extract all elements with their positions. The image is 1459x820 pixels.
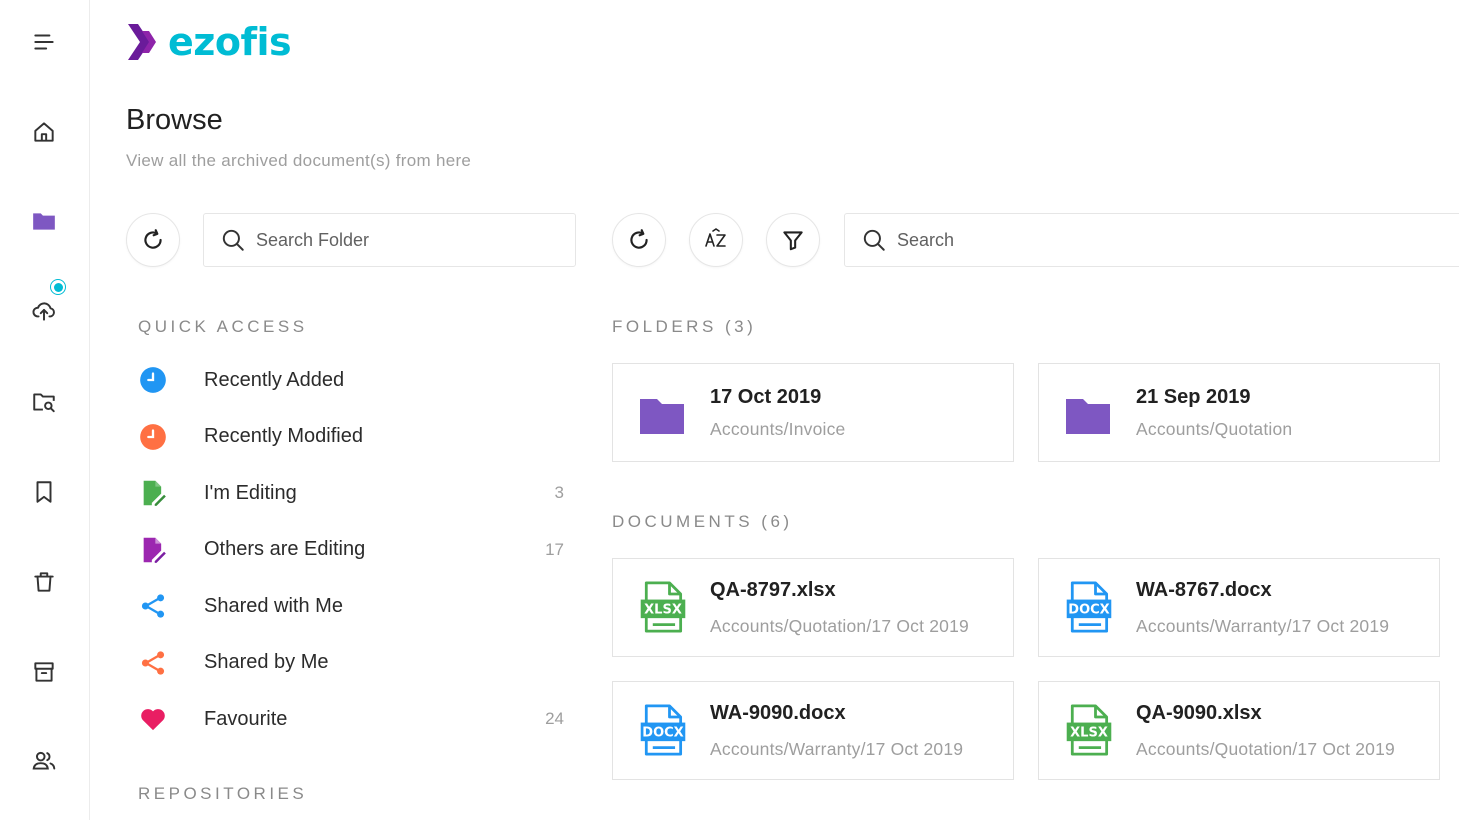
- document-name: WA-8767.docx: [1136, 579, 1272, 601]
- quick-access-label: Recently Added: [204, 368, 345, 391]
- folder-path: Accounts/Invoice: [710, 419, 846, 439]
- upload-notification-badge: [50, 279, 66, 295]
- edit-document-icon: [126, 523, 180, 577]
- quick-access-label: I'm Editing: [204, 481, 297, 504]
- page-subtitle: View all the archived document(s) from h…: [126, 151, 472, 170]
- folder-icon: [33, 213, 55, 230]
- quick-access-others-editing[interactable]: Others are Editing 17: [126, 522, 576, 579]
- xlsx-file-icon: XLSX: [1066, 704, 1112, 756]
- document-path: Accounts/Warranty/17 Oct 2019: [710, 739, 964, 759]
- nav-folder-search-button[interactable]: [22, 380, 66, 424]
- folder-path: Accounts/Quotation: [1136, 419, 1293, 439]
- trash-icon: [34, 572, 54, 592]
- nav-trash-button[interactable]: [22, 560, 66, 604]
- quick-access-count: 24: [545, 709, 564, 729]
- folder-card[interactable]: 17 Oct 2019 Accounts/Invoice: [612, 363, 1014, 462]
- share-icon: [126, 636, 180, 690]
- folder-card[interactable]: 21 Sep 2019 Accounts/Quotation: [1038, 363, 1440, 462]
- document-search-input[interactable]: [897, 229, 1459, 251]
- nav-home-button[interactable]: [22, 110, 66, 154]
- docx-file-icon: DOCX: [1066, 581, 1112, 633]
- svg-text:DOCX: DOCX: [642, 726, 683, 741]
- nav-browse-button[interactable]: [22, 199, 66, 243]
- document-card[interactable]: DOCX WA-9090.docx Accounts/Warranty/17 O…: [612, 681, 1014, 780]
- home-icon: [34, 122, 54, 142]
- archive-icon: [34, 662, 54, 682]
- logo-chevron-icon: [128, 24, 156, 60]
- nav-upload-button[interactable]: [22, 279, 66, 333]
- document-card[interactable]: XLSX QA-9090.xlsx Accounts/Quotation/17 …: [1038, 681, 1440, 780]
- bookmark-icon: [36, 481, 52, 503]
- document-card[interactable]: DOCX WA-8767.docx Accounts/Warranty/17 O…: [1038, 558, 1440, 657]
- nav-users-button[interactable]: [22, 739, 66, 783]
- quick-access-label: Recently Modified: [204, 425, 363, 448]
- filter-icon: [783, 231, 803, 251]
- folder-icon: [640, 399, 684, 434]
- refresh-icon: [630, 229, 648, 249]
- nav-archive-button[interactable]: [22, 650, 66, 694]
- menu-icon: [34, 34, 54, 50]
- svg-text:XLSX: XLSX: [1070, 726, 1108, 741]
- search-icon: [863, 229, 885, 251]
- edit-document-icon: [126, 466, 180, 520]
- repositories-heading: REPOSITORIES: [138, 784, 308, 803]
- page-title: Browse: [126, 104, 223, 136]
- quick-access-count: 3: [554, 483, 564, 503]
- search-icon: [222, 229, 244, 251]
- document-name: QA-8797.xlsx: [710, 579, 836, 601]
- document-path: Accounts/Quotation/17 Oct 2019: [710, 616, 969, 636]
- quick-access-shared-with-me[interactable]: Shared with Me: [126, 578, 576, 635]
- quick-access-label: Favourite: [204, 707, 288, 730]
- quick-access-count: 17: [545, 539, 564, 559]
- refresh-content-button[interactable]: [612, 213, 666, 267]
- folder-search-icon: [33, 393, 55, 413]
- clock-icon: [126, 410, 180, 464]
- document-name: WA-9090.docx: [710, 702, 846, 724]
- document-name: QA-9090.xlsx: [1136, 702, 1262, 724]
- document-search-box[interactable]: [844, 213, 1459, 267]
- filter-button[interactable]: [766, 213, 820, 267]
- document-path: Accounts/Quotation/17 Oct 2019: [1136, 739, 1395, 759]
- quick-access-label: Shared with Me: [204, 594, 343, 617]
- documents-heading: DOCUMENTS (6): [612, 512, 793, 531]
- side-navigation: [0, 0, 90, 820]
- folder-search-box[interactable]: [203, 213, 576, 267]
- svg-text:XLSX: XLSX: [644, 603, 682, 618]
- quick-access-list: Recently Added Recently Modified I'm Edi…: [126, 352, 576, 748]
- document-card[interactable]: XLSX QA-8797.xlsx Accounts/Quotation/17 …: [612, 558, 1014, 657]
- ezofis-logo: ezofis: [126, 20, 292, 64]
- document-path: Accounts/Warranty/17 Oct 2019: [1136, 616, 1390, 636]
- quick-access-recently-added[interactable]: Recently Added: [126, 352, 576, 409]
- logo-text: ezofis: [168, 20, 292, 64]
- folders-heading: FOLDERS (3): [612, 317, 757, 336]
- svg-text:DOCX: DOCX: [1068, 603, 1109, 618]
- cloud-upload-icon: [32, 302, 55, 321]
- folder-name: 21 Sep 2019: [1136, 386, 1251, 408]
- xlsx-file-icon: XLSX: [640, 581, 686, 633]
- quick-access-heading: QUICK ACCESS: [138, 317, 308, 336]
- share-icon: [126, 579, 180, 633]
- heart-icon: [126, 692, 180, 746]
- quick-access-label: Shared by Me: [204, 651, 329, 674]
- folder-name: 17 Oct 2019: [710, 386, 822, 408]
- sort-az-icon: [705, 228, 726, 247]
- folder-search-input[interactable]: [256, 229, 575, 251]
- quick-access-shared-by-me[interactable]: Shared by Me: [126, 635, 576, 692]
- clock-icon: [126, 353, 180, 407]
- docx-file-icon: DOCX: [640, 704, 686, 756]
- sort-button[interactable]: [689, 213, 743, 267]
- refresh-icon: [144, 229, 162, 249]
- nav-bookmark-button[interactable]: [22, 470, 66, 514]
- folder-icon: [1066, 399, 1110, 434]
- quick-access-recently-modified[interactable]: Recently Modified: [126, 409, 576, 466]
- quick-access-im-editing[interactable]: I'm Editing 3: [126, 465, 576, 522]
- users-icon: [32, 751, 56, 770]
- quick-access-favourite[interactable]: Favourite 24: [126, 691, 576, 748]
- quick-access-label: Others are Editing: [204, 538, 366, 561]
- refresh-folders-button[interactable]: [126, 213, 180, 267]
- menu-toggle-button[interactable]: [22, 20, 66, 64]
